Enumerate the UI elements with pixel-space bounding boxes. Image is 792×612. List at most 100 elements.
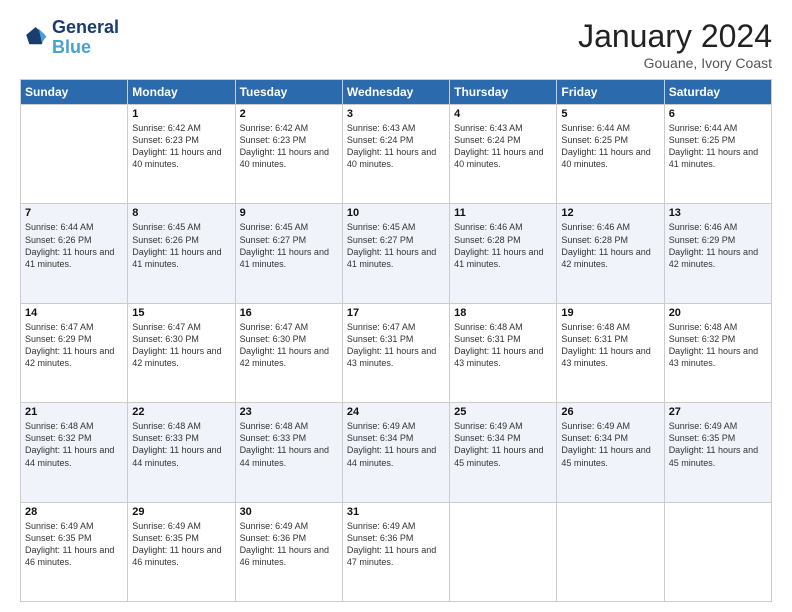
sunset-text: Sunset: 6:31 PM xyxy=(347,333,445,345)
logo-text: General Blue xyxy=(52,18,119,58)
day-number: 9 xyxy=(240,207,338,219)
daylight-text: Daylight: 11 hours and 44 minutes. xyxy=(240,444,338,468)
sunrise-text: Sunrise: 6:49 AM xyxy=(347,520,445,532)
daylight-text: Daylight: 11 hours and 43 minutes. xyxy=(347,345,445,369)
sunrise-text: Sunrise: 6:49 AM xyxy=(25,520,123,532)
cell-info: Sunrise: 6:46 AM Sunset: 6:28 PM Dayligh… xyxy=(561,221,659,270)
day-number: 11 xyxy=(454,207,552,219)
sunrise-text: Sunrise: 6:45 AM xyxy=(132,221,230,233)
sunset-text: Sunset: 6:30 PM xyxy=(132,333,230,345)
daylight-text: Daylight: 11 hours and 46 minutes. xyxy=(132,544,230,568)
sunrise-text: Sunrise: 6:42 AM xyxy=(240,122,338,134)
table-row: 29 Sunrise: 6:49 AM Sunset: 6:35 PM Dayl… xyxy=(128,502,235,601)
sunrise-text: Sunrise: 6:49 AM xyxy=(561,420,659,432)
sunrise-text: Sunrise: 6:48 AM xyxy=(25,420,123,432)
day-number: 24 xyxy=(347,406,445,418)
cell-info: Sunrise: 6:42 AM Sunset: 6:23 PM Dayligh… xyxy=(132,122,230,171)
sunset-text: Sunset: 6:27 PM xyxy=(347,234,445,246)
table-row: 27 Sunrise: 6:49 AM Sunset: 6:35 PM Dayl… xyxy=(664,403,771,502)
daylight-text: Daylight: 11 hours and 44 minutes. xyxy=(25,444,123,468)
sunrise-text: Sunrise: 6:48 AM xyxy=(454,321,552,333)
cell-info: Sunrise: 6:47 AM Sunset: 6:30 PM Dayligh… xyxy=(132,321,230,370)
day-number: 17 xyxy=(347,307,445,319)
daylight-text: Daylight: 11 hours and 42 minutes. xyxy=(240,345,338,369)
sunrise-text: Sunrise: 6:42 AM xyxy=(132,122,230,134)
sunrise-text: Sunrise: 6:47 AM xyxy=(347,321,445,333)
table-row: 24 Sunrise: 6:49 AM Sunset: 6:34 PM Dayl… xyxy=(342,403,449,502)
sunset-text: Sunset: 6:25 PM xyxy=(561,134,659,146)
logo: General Blue xyxy=(20,18,119,58)
location: Gouane, Ivory Coast xyxy=(578,55,772,71)
sunset-text: Sunset: 6:35 PM xyxy=(669,432,767,444)
sunrise-text: Sunrise: 6:45 AM xyxy=(347,221,445,233)
sunrise-text: Sunrise: 6:49 AM xyxy=(669,420,767,432)
sunset-text: Sunset: 6:27 PM xyxy=(240,234,338,246)
cell-info: Sunrise: 6:48 AM Sunset: 6:32 PM Dayligh… xyxy=(25,420,123,469)
sunset-text: Sunset: 6:32 PM xyxy=(669,333,767,345)
cell-info: Sunrise: 6:42 AM Sunset: 6:23 PM Dayligh… xyxy=(240,122,338,171)
table-row: 2 Sunrise: 6:42 AM Sunset: 6:23 PM Dayli… xyxy=(235,105,342,204)
calendar-week-1: 1 Sunrise: 6:42 AM Sunset: 6:23 PM Dayli… xyxy=(21,105,772,204)
cell-info: Sunrise: 6:48 AM Sunset: 6:33 PM Dayligh… xyxy=(132,420,230,469)
sunset-text: Sunset: 6:24 PM xyxy=(454,134,552,146)
day-number: 28 xyxy=(25,506,123,518)
cell-info: Sunrise: 6:49 AM Sunset: 6:34 PM Dayligh… xyxy=(561,420,659,469)
daylight-text: Daylight: 11 hours and 45 minutes. xyxy=(561,444,659,468)
daylight-text: Daylight: 11 hours and 41 minutes. xyxy=(240,246,338,270)
day-number: 6 xyxy=(669,108,767,120)
general-blue-icon xyxy=(20,24,48,52)
sunrise-text: Sunrise: 6:44 AM xyxy=(25,221,123,233)
cell-info: Sunrise: 6:49 AM Sunset: 6:35 PM Dayligh… xyxy=(669,420,767,469)
sunset-text: Sunset: 6:31 PM xyxy=(561,333,659,345)
day-number: 22 xyxy=(132,406,230,418)
calendar-week-2: 7 Sunrise: 6:44 AM Sunset: 6:26 PM Dayli… xyxy=(21,204,772,303)
sunrise-text: Sunrise: 6:43 AM xyxy=(347,122,445,134)
cell-info: Sunrise: 6:47 AM Sunset: 6:29 PM Dayligh… xyxy=(25,321,123,370)
sunrise-text: Sunrise: 6:48 AM xyxy=(669,321,767,333)
cell-info: Sunrise: 6:45 AM Sunset: 6:26 PM Dayligh… xyxy=(132,221,230,270)
day-number: 3 xyxy=(347,108,445,120)
day-number: 7 xyxy=(25,207,123,219)
daylight-text: Daylight: 11 hours and 43 minutes. xyxy=(454,345,552,369)
daylight-text: Daylight: 11 hours and 43 minutes. xyxy=(561,345,659,369)
calendar-week-5: 28 Sunrise: 6:49 AM Sunset: 6:35 PM Dayl… xyxy=(21,502,772,601)
table-row: 23 Sunrise: 6:48 AM Sunset: 6:33 PM Dayl… xyxy=(235,403,342,502)
col-saturday: Saturday xyxy=(664,80,771,105)
sunset-text: Sunset: 6:26 PM xyxy=(25,234,123,246)
col-sunday: Sunday xyxy=(21,80,128,105)
daylight-text: Daylight: 11 hours and 46 minutes. xyxy=(25,544,123,568)
sunrise-text: Sunrise: 6:48 AM xyxy=(240,420,338,432)
table-row: 8 Sunrise: 6:45 AM Sunset: 6:26 PM Dayli… xyxy=(128,204,235,303)
daylight-text: Daylight: 11 hours and 40 minutes. xyxy=(454,146,552,170)
cell-info: Sunrise: 6:49 AM Sunset: 6:34 PM Dayligh… xyxy=(347,420,445,469)
sunset-text: Sunset: 6:30 PM xyxy=(240,333,338,345)
daylight-text: Daylight: 11 hours and 42 minutes. xyxy=(669,246,767,270)
daylight-text: Daylight: 11 hours and 44 minutes. xyxy=(132,444,230,468)
sunset-text: Sunset: 6:33 PM xyxy=(240,432,338,444)
table-row: 18 Sunrise: 6:48 AM Sunset: 6:31 PM Dayl… xyxy=(450,303,557,402)
day-number: 25 xyxy=(454,406,552,418)
daylight-text: Daylight: 11 hours and 40 minutes. xyxy=(132,146,230,170)
sunset-text: Sunset: 6:23 PM xyxy=(132,134,230,146)
calendar-week-3: 14 Sunrise: 6:47 AM Sunset: 6:29 PM Dayl… xyxy=(21,303,772,402)
day-number: 1 xyxy=(132,108,230,120)
table-row xyxy=(664,502,771,601)
table-row: 20 Sunrise: 6:48 AM Sunset: 6:32 PM Dayl… xyxy=(664,303,771,402)
cell-info: Sunrise: 6:48 AM Sunset: 6:33 PM Dayligh… xyxy=(240,420,338,469)
day-number: 15 xyxy=(132,307,230,319)
sunrise-text: Sunrise: 6:45 AM xyxy=(240,221,338,233)
cell-info: Sunrise: 6:48 AM Sunset: 6:31 PM Dayligh… xyxy=(454,321,552,370)
sunrise-text: Sunrise: 6:47 AM xyxy=(240,321,338,333)
cell-info: Sunrise: 6:49 AM Sunset: 6:36 PM Dayligh… xyxy=(240,520,338,569)
cell-info: Sunrise: 6:43 AM Sunset: 6:24 PM Dayligh… xyxy=(347,122,445,171)
table-row: 4 Sunrise: 6:43 AM Sunset: 6:24 PM Dayli… xyxy=(450,105,557,204)
daylight-text: Daylight: 11 hours and 46 minutes. xyxy=(240,544,338,568)
cell-info: Sunrise: 6:43 AM Sunset: 6:24 PM Dayligh… xyxy=(454,122,552,171)
cell-info: Sunrise: 6:47 AM Sunset: 6:30 PM Dayligh… xyxy=(240,321,338,370)
sunset-text: Sunset: 6:28 PM xyxy=(561,234,659,246)
col-friday: Friday xyxy=(557,80,664,105)
cell-info: Sunrise: 6:49 AM Sunset: 6:35 PM Dayligh… xyxy=(25,520,123,569)
table-row: 19 Sunrise: 6:48 AM Sunset: 6:31 PM Dayl… xyxy=(557,303,664,402)
daylight-text: Daylight: 11 hours and 40 minutes. xyxy=(240,146,338,170)
day-number: 20 xyxy=(669,307,767,319)
